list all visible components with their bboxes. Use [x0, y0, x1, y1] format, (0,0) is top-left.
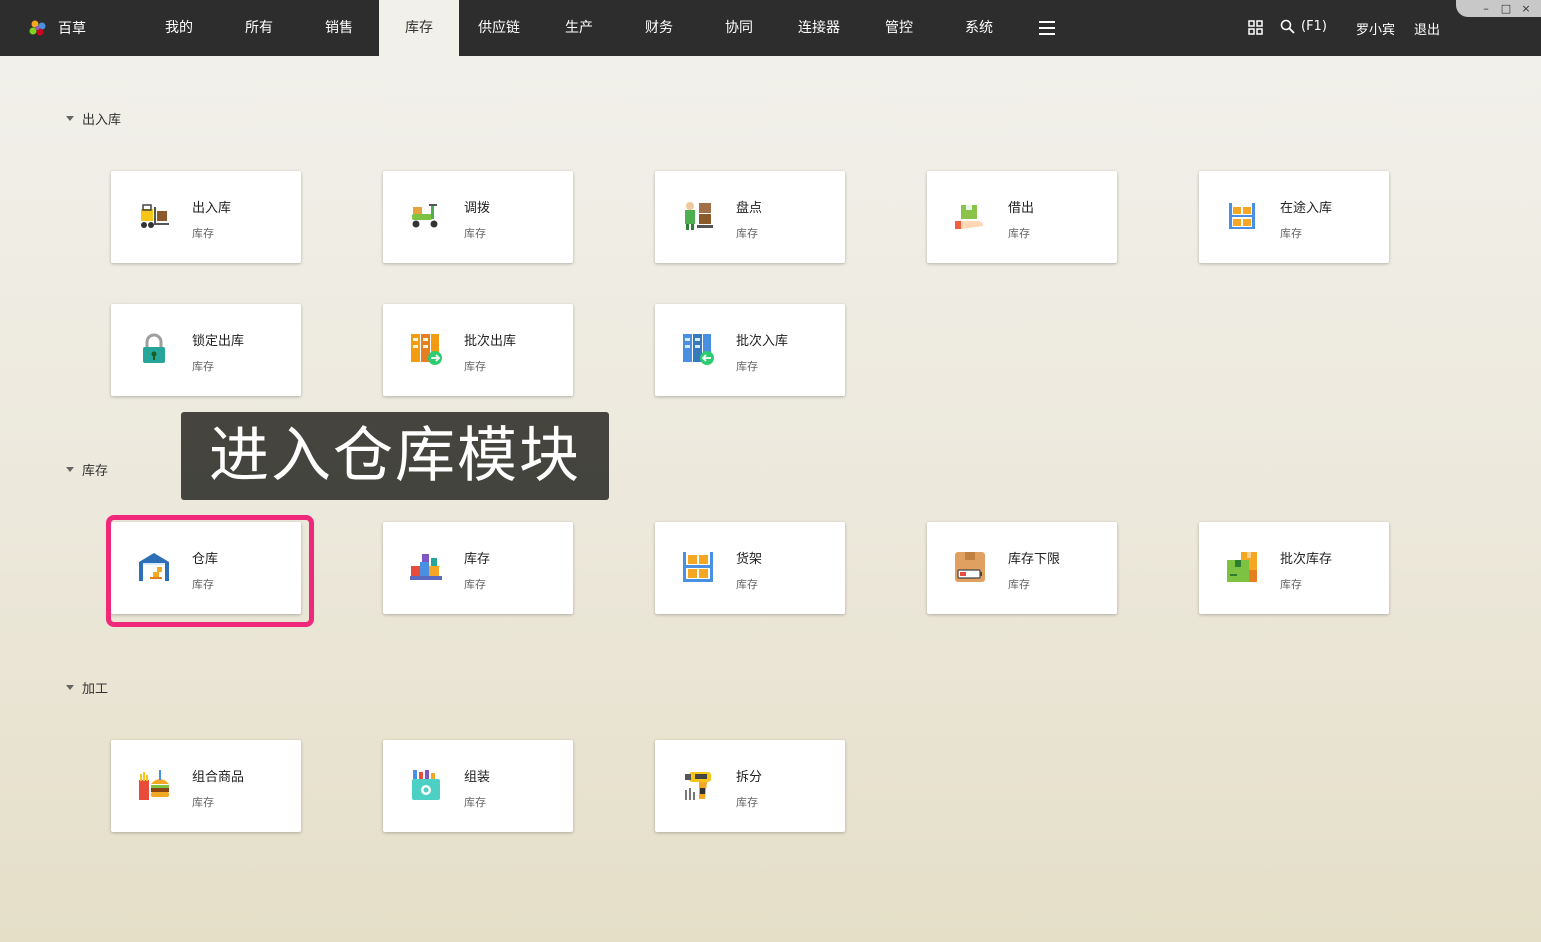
card-title: 拆分 — [736, 770, 763, 785]
card-in-out[interactable]: 出入库 库存 — [111, 171, 301, 263]
low-stock-icon — [955, 552, 985, 582]
card-combo-goods[interactable]: 组合商品 库存 — [111, 740, 301, 832]
window-controls: – □ × — [1456, 0, 1541, 17]
stock-icon — [410, 554, 442, 580]
warehouse-highlight-box — [106, 515, 314, 627]
card-in-transit[interactable]: 在途入库 库存 — [1199, 171, 1389, 263]
batch-stock-icon — [1227, 552, 1257, 582]
nav-item-finance[interactable]: 财务 — [619, 0, 699, 56]
card-batch-stock[interactable]: 批次库存 库存 — [1199, 522, 1389, 614]
nav-item-collaboration[interactable]: 协同 — [699, 0, 779, 56]
main-nav: 我的 所有 销售 库存 供应链 生产 财务 协同 连接器 管控 系统 — [139, 0, 1075, 56]
section-header-inout[interactable]: 出入库 — [66, 109, 121, 128]
nav-item-inventory[interactable]: 库存 — [379, 0, 459, 56]
batch-in-icon — [683, 334, 714, 365]
card-stock[interactable]: 库存 库存 — [383, 522, 573, 614]
hamburger-icon — [1039, 21, 1055, 35]
nav-item-all[interactable]: 所有 — [219, 0, 299, 56]
forklift-icon — [141, 204, 169, 228]
batch-out-icon — [411, 334, 442, 365]
card-title: 组装 — [464, 770, 491, 785]
card-title: 库存下限 — [1008, 552, 1061, 567]
card-subtitle: 库存 — [464, 796, 486, 809]
caret-down-icon — [66, 467, 74, 472]
nav-item-supply-chain[interactable]: 供应链 — [459, 0, 539, 56]
card-subtitle: 库存 — [1280, 227, 1302, 240]
card-batch-in[interactable]: 批次入库 库存 — [655, 304, 845, 396]
card-subtitle: 库存 — [736, 227, 758, 240]
card-batch-out[interactable]: 批次出库 库存 — [383, 304, 573, 396]
card-transfer[interactable]: 调拨 库存 — [383, 171, 573, 263]
card-lend[interactable]: 借出 库存 — [927, 171, 1117, 263]
hamburger-menu-button[interactable] — [1019, 0, 1075, 56]
card-title: 调拨 — [464, 201, 491, 216]
card-title: 批次出库 — [464, 334, 517, 349]
caret-down-icon — [66, 116, 74, 121]
app-logo[interactable]: 百草 — [28, 18, 86, 38]
card-subtitle: 库存 — [192, 796, 214, 809]
scooter-icon — [412, 204, 438, 228]
card-subtitle: 库存 — [464, 360, 486, 373]
combo-food-icon — [139, 770, 169, 800]
card-title: 在途入库 — [1280, 201, 1333, 216]
nav-item-mine[interactable]: 我的 — [139, 0, 219, 56]
section-header-inventory[interactable]: 库存 — [66, 460, 108, 479]
search-button[interactable]: (F1) — [1280, 19, 1327, 34]
pinwheel-logo-icon — [29, 20, 46, 36]
card-locked-out[interactable]: 锁定出库 库存 — [111, 304, 301, 396]
card-subtitle: 库存 — [1280, 578, 1302, 591]
card-subtitle: 库存 — [192, 360, 214, 373]
card-title: 锁定出库 — [192, 334, 245, 349]
card-subtitle: 库存 — [736, 578, 758, 591]
section-title: 库存 — [82, 464, 109, 479]
worker-boxes-icon — [685, 202, 713, 230]
card-split[interactable]: 拆分 库存 — [655, 740, 845, 832]
nav-item-control[interactable]: 管控 — [859, 0, 939, 56]
card-subtitle: 库存 — [736, 360, 758, 373]
card-title: 组合商品 — [192, 770, 245, 785]
maximize-button[interactable]: □ — [1500, 2, 1512, 15]
apps-grid-icon[interactable] — [1248, 20, 1263, 35]
nav-item-sales[interactable]: 销售 — [299, 0, 379, 56]
top-bar: 百草 我的 所有 销售 库存 供应链 生产 财务 协同 连接器 管控 系统 (F… — [0, 0, 1541, 56]
caption-overlay: 进入仓库模块 — [181, 412, 609, 500]
card-stocktake[interactable]: 盘点 库存 — [655, 171, 845, 263]
app-name: 百草 — [58, 21, 86, 37]
card-title: 盘点 — [736, 201, 763, 216]
close-button[interactable]: × — [1520, 2, 1532, 15]
nav-item-connectors[interactable]: 连接器 — [779, 0, 859, 56]
card-title: 库存 — [464, 552, 491, 567]
split-tool-icon — [685, 772, 711, 800]
logout-link[interactable]: 退出 — [1414, 19, 1440, 38]
card-stock-min[interactable]: 库存下限 库存 — [927, 522, 1117, 614]
card-title: 批次库存 — [1280, 552, 1333, 567]
card-subtitle: 库存 — [464, 227, 486, 240]
card-subtitle: 库存 — [1008, 227, 1030, 240]
minimize-button[interactable]: – — [1480, 2, 1492, 15]
section-title: 出入库 — [82, 113, 122, 128]
search-shortcut-label: (F1) — [1301, 19, 1327, 34]
lock-icon — [143, 333, 165, 363]
nav-item-system[interactable]: 系统 — [939, 0, 1019, 56]
card-title: 出入库 — [192, 201, 232, 216]
section-header-processing[interactable]: 加工 — [66, 678, 108, 697]
assembly-icon — [412, 770, 440, 800]
nav-item-production[interactable]: 生产 — [539, 0, 619, 56]
card-subtitle: 库存 — [736, 796, 758, 809]
card-subtitle: 库存 — [464, 578, 486, 591]
card-subtitle: 库存 — [1008, 578, 1030, 591]
card-title: 借出 — [1008, 201, 1035, 216]
search-icon — [1280, 19, 1295, 34]
hand-box-icon — [955, 205, 983, 229]
card-subtitle: 库存 — [192, 227, 214, 240]
caret-down-icon — [66, 685, 74, 690]
card-assembly[interactable]: 组装 库存 — [383, 740, 573, 832]
card-rack[interactable]: 货架 库存 — [655, 522, 845, 614]
card-title: 批次入库 — [736, 334, 789, 349]
rack-icon — [683, 552, 713, 582]
shelf-boxes-icon — [1229, 203, 1255, 229]
section-title: 加工 — [82, 682, 109, 697]
user-name[interactable]: 罗小宾 — [1356, 19, 1395, 38]
card-title: 货架 — [736, 552, 763, 567]
